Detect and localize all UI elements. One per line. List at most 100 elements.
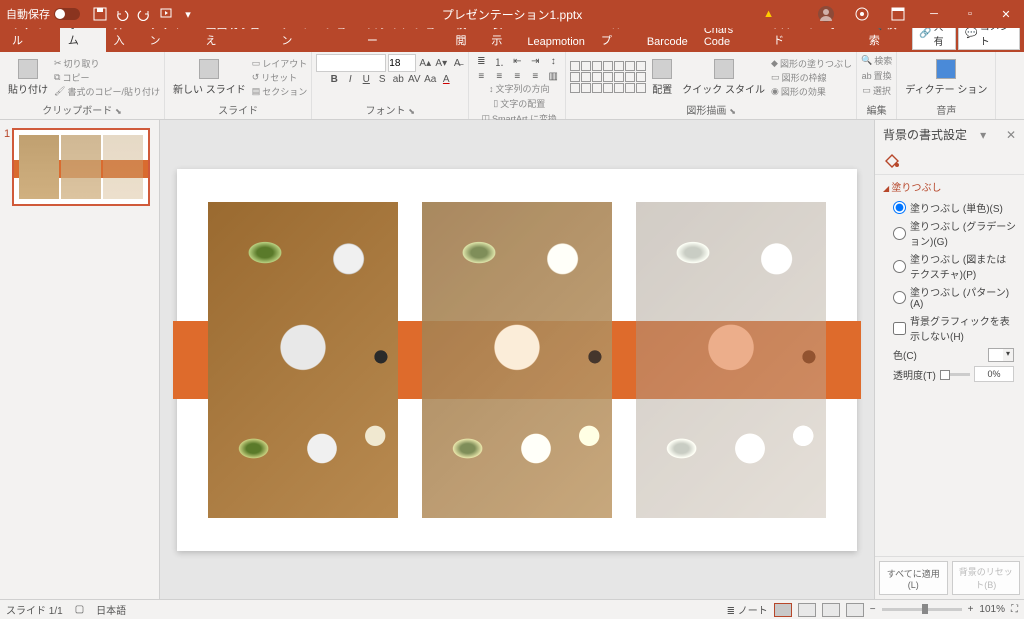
paste-button[interactable]: 貼り付け — [4, 57, 52, 98]
ribbon: 貼り付け ✂ 切り取り ⧉ コピー 🖌 書式のコピー/貼り付け クリップボード … — [0, 52, 1024, 120]
font-name-combo[interactable] — [316, 54, 386, 72]
notes-button[interactable]: ≣ ノート — [727, 602, 768, 617]
italic-button[interactable]: I — [343, 74, 357, 85]
zoom-slider[interactable] — [882, 608, 962, 611]
fill-pattern-radio[interactable]: 塗りつぶし (パターン)(A) — [893, 284, 1016, 310]
tab-barcode[interactable]: Barcode — [639, 32, 696, 52]
account-icon[interactable] — [808, 0, 844, 28]
replace-button[interactable]: ab 置換 — [862, 69, 892, 82]
dictate-button[interactable]: ディクテー ション — [901, 57, 991, 98]
transparency-spinner[interactable]: 0% — [974, 366, 1014, 382]
autosave-toggle[interactable]: 自動保存 — [0, 6, 86, 22]
font-launcher-icon[interactable]: ⬊ — [408, 107, 415, 116]
apply-all-button[interactable]: すべてに適用(L) — [879, 561, 948, 595]
align-left-button[interactable]: ≡ — [473, 71, 489, 82]
shape-fill-button[interactable]: ◆ 図形の塗りつぶし — [771, 57, 852, 70]
fill-solid-radio[interactable]: 塗りつぶし (単色)(S) — [893, 200, 1016, 215]
bold-button[interactable]: B — [327, 74, 341, 85]
reading-view-icon[interactable] — [822, 603, 840, 617]
zoom-out-icon[interactable]: − — [870, 604, 876, 615]
food-image-2[interactable] — [422, 202, 612, 518]
fit-to-window-icon[interactable]: ⛶ — [1011, 604, 1018, 615]
slideshow-view-icon[interactable] — [846, 603, 864, 617]
group-drawing: 配置 クイック スタイル ◆ 図形の塗りつぶし ▭ 図形の枠線 ◉ 図形の効果 … — [566, 52, 857, 119]
food-image-3[interactable] — [636, 202, 826, 518]
zoom-level[interactable]: 101% — [979, 604, 1005, 615]
line-spacing-button[interactable]: ↕ — [545, 56, 561, 67]
format-painter-button[interactable]: 🖌 書式のコピー/貼り付け — [54, 85, 160, 98]
spacing-button[interactable]: AV — [407, 74, 421, 85]
pane-close-icon[interactable]: ✕ — [1006, 128, 1016, 142]
font-color-button[interactable]: A — [439, 74, 453, 85]
find-button[interactable]: 🔍 検索 — [861, 54, 892, 67]
quick-styles-button[interactable]: クイック スタイル — [678, 57, 769, 98]
close-icon[interactable]: ✕ — [988, 0, 1024, 28]
fill-tab-icon[interactable] — [883, 151, 901, 169]
tab-leapmotion[interactable]: Leapmotion — [519, 32, 593, 52]
reset-button[interactable]: ↺ リセット — [252, 71, 308, 84]
numbering-button[interactable]: ⒈ — [491, 54, 507, 69]
shadow-button[interactable]: ab — [391, 74, 405, 85]
minimize-icon[interactable]: ─ — [916, 0, 952, 28]
font-size-combo[interactable] — [388, 54, 416, 72]
quick-access-toolbar: ▾ — [86, 6, 202, 22]
align-right-button[interactable]: ≡ — [509, 71, 525, 82]
slide-canvas[interactable] — [177, 169, 857, 551]
copy-button[interactable]: ⧉ コピー — [54, 71, 160, 84]
shape-outline-button[interactable]: ▭ 図形の枠線 — [771, 71, 852, 84]
coming-soon-icon[interactable] — [844, 0, 880, 28]
warning-icon[interactable]: ▲ — [763, 8, 774, 20]
section-button[interactable]: ▤ セクション — [252, 85, 308, 98]
align-center-button[interactable]: ≡ — [491, 71, 507, 82]
layout-button[interactable]: ▭ レイアウト — [252, 57, 308, 70]
undo-icon[interactable] — [114, 6, 130, 22]
normal-view-icon[interactable] — [774, 603, 792, 617]
indent-inc-button[interactable]: ⇥ — [527, 56, 543, 67]
justify-button[interactable]: ≡ — [527, 71, 543, 82]
indent-dec-button[interactable]: ⇤ — [509, 56, 525, 67]
columns-button[interactable]: ▥ — [545, 71, 561, 82]
hide-bg-checkbox[interactable]: 背景グラフィックを表示しない(H) — [893, 313, 1016, 343]
select-button[interactable]: ▭ 選択 — [862, 84, 891, 97]
text-direction-button[interactable]: ↕ 文字列の方向 — [489, 82, 550, 95]
slide-indicator[interactable]: スライド 1/1 — [6, 602, 63, 617]
new-slide-button[interactable]: 新しい スライド — [169, 57, 250, 98]
language-indicator[interactable]: 日本語 — [96, 602, 126, 617]
fill-gradient-radio[interactable]: 塗りつぶし (グラデーション)(G) — [893, 218, 1016, 248]
save-icon[interactable] — [92, 6, 108, 22]
increase-font-icon[interactable]: A▴ — [418, 58, 432, 69]
slide-thumbnail-pane[interactable]: 1 — [0, 120, 160, 599]
drawing-launcher-icon[interactable]: ⬊ — [729, 107, 736, 116]
redo-icon[interactable] — [136, 6, 152, 22]
zoom-in-icon[interactable]: + — [968, 604, 974, 615]
decrease-font-icon[interactable]: A▾ — [434, 58, 448, 69]
bullets-button[interactable]: ≣ — [473, 56, 489, 67]
strike-button[interactable]: S — [375, 74, 389, 85]
maximize-icon[interactable]: ▫ — [952, 0, 988, 28]
cut-button[interactable]: ✂ 切り取り — [54, 57, 160, 70]
clear-format-icon[interactable]: A̶ — [450, 58, 464, 69]
shape-effects-button[interactable]: ◉ 図形の効果 — [771, 85, 852, 98]
qat-customize-icon[interactable]: ▾ — [180, 6, 196, 22]
start-from-beginning-icon[interactable] — [158, 6, 174, 22]
underline-button[interactable]: U — [359, 74, 373, 85]
arrange-button[interactable]: 配置 — [648, 57, 676, 98]
titlebar: 自動保存 ▾ プレゼンテーション1.pptx ▲ ─ ▫ ✕ — [0, 0, 1024, 28]
align-text-button[interactable]: ▯ 文字の配置 — [493, 97, 545, 110]
fill-section-header[interactable]: 塗りつぶし — [875, 174, 1024, 198]
ribbon-display-icon[interactable] — [880, 0, 916, 28]
clipboard-launcher-icon[interactable]: ⬊ — [115, 107, 122, 116]
slide-editor[interactable] — [160, 120, 874, 599]
shapes-gallery[interactable] — [570, 61, 646, 93]
autosave-switch[interactable] — [54, 8, 80, 20]
case-button[interactable]: Aa — [423, 74, 437, 85]
slide-thumbnail-1[interactable] — [12, 128, 150, 206]
spellcheck-icon[interactable]: ▢ — [75, 604, 84, 615]
food-image-1[interactable] — [208, 202, 398, 518]
main-area: 1 背景の書式設定 ▾ ✕ 塗りつぶし 塗りつぶし (単色)(S) 塗りつぶし … — [0, 120, 1024, 599]
color-picker[interactable]: ▾ — [988, 348, 1014, 362]
sorter-view-icon[interactable] — [798, 603, 816, 617]
fill-picture-radio[interactable]: 塗りつぶし (図またはテクスチャ)(P) — [893, 251, 1016, 281]
reset-background-button[interactable]: 背景のリセット(B) — [952, 561, 1021, 595]
transparency-slider[interactable] — [940, 373, 970, 376]
